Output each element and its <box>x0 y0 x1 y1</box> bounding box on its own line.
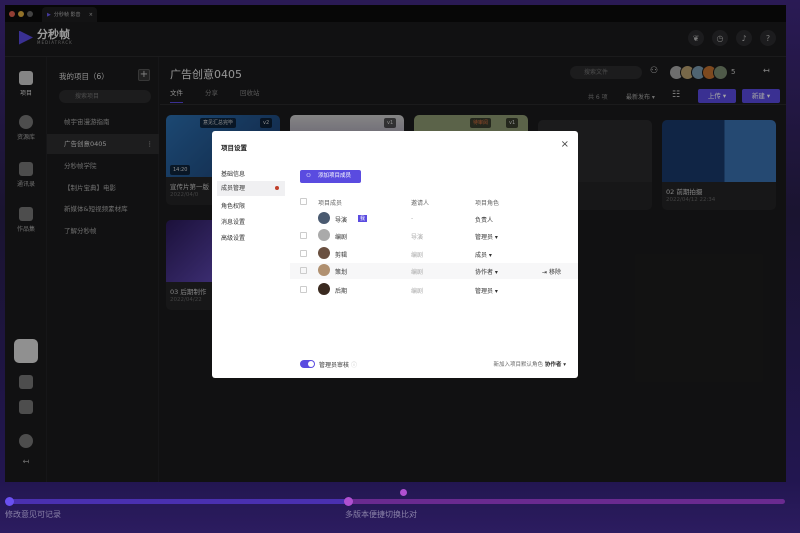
table-row: 剪辑 编剧 成员 ▾ <box>300 246 570 262</box>
role-label: 负责人 <box>475 217 494 224</box>
timeline-marker[interactable] <box>5 497 14 506</box>
table-row: 导演我 - 负责人 <box>300 211 570 227</box>
timeline-marker[interactable] <box>344 497 353 506</box>
row-checkbox[interactable] <box>300 286 307 293</box>
default-role-setting: 新加入项目默认角色 协作者 ▾ <box>493 362 566 368</box>
role-dropdown[interactable]: 管理员 ▾ <box>475 232 498 241</box>
nav-members[interactable]: 成员管理 <box>217 181 285 196</box>
role-dropdown[interactable]: 成员 ▾ <box>475 250 492 259</box>
timeline-label: 多版本便捷切换比对 <box>345 510 417 519</box>
user-icon: ⚇ <box>306 173 311 179</box>
timeline-playhead[interactable] <box>400 489 407 496</box>
table-row: 后期 编剧 管理员 ▾ <box>300 282 570 298</box>
table-header: 项目成员 邀请人 项目角色 <box>300 194 570 210</box>
default-role-dropdown[interactable]: 协作者 ▾ <box>545 362 566 368</box>
nav-role-permissions[interactable]: 角色权限 <box>221 201 245 210</box>
close-icon[interactable]: × <box>561 139 569 150</box>
project-settings-modal: 项目设置 × 基础信息 成员管理 角色权限 消息设置 高级设置 ⚇ 添加项目成员 … <box>212 131 578 378</box>
table-row: 编剧 导演 管理员 ▾ <box>300 228 570 244</box>
admin-review-toggle[interactable] <box>300 360 315 368</box>
me-tag: 我 <box>358 215 368 222</box>
row-checkbox[interactable] <box>300 267 307 274</box>
select-all-checkbox[interactable] <box>300 198 307 205</box>
modal-title: 项目设置 <box>221 144 247 152</box>
timeline-label: 修改意见可记录 <box>5 510 61 519</box>
row-checkbox[interactable] <box>300 250 307 257</box>
avatar <box>318 212 330 224</box>
admin-review-label: 管理员审核 ⓘ <box>319 362 357 369</box>
role-dropdown[interactable]: 管理员 ▾ <box>475 286 498 295</box>
nav-advanced-settings[interactable]: 高级设置 <box>221 233 245 242</box>
table-row-hover: 策划 编剧 协作者 ▾ ⇥ 移除 <box>290 263 578 279</box>
role-dropdown[interactable]: 协作者 ▾ <box>475 267 498 276</box>
add-member-button[interactable]: ⚇ 添加项目成员 <box>300 170 361 183</box>
timeline-track <box>348 499 785 504</box>
remove-button[interactable]: ⇥ 移除 <box>542 267 561 276</box>
nav-message-settings[interactable]: 消息设置 <box>221 217 245 226</box>
nav-basic-info[interactable]: 基础信息 <box>221 169 245 178</box>
timeline-progress <box>6 499 348 504</box>
info-icon: ⓘ <box>350 362 357 369</box>
row-checkbox[interactable] <box>300 232 307 239</box>
